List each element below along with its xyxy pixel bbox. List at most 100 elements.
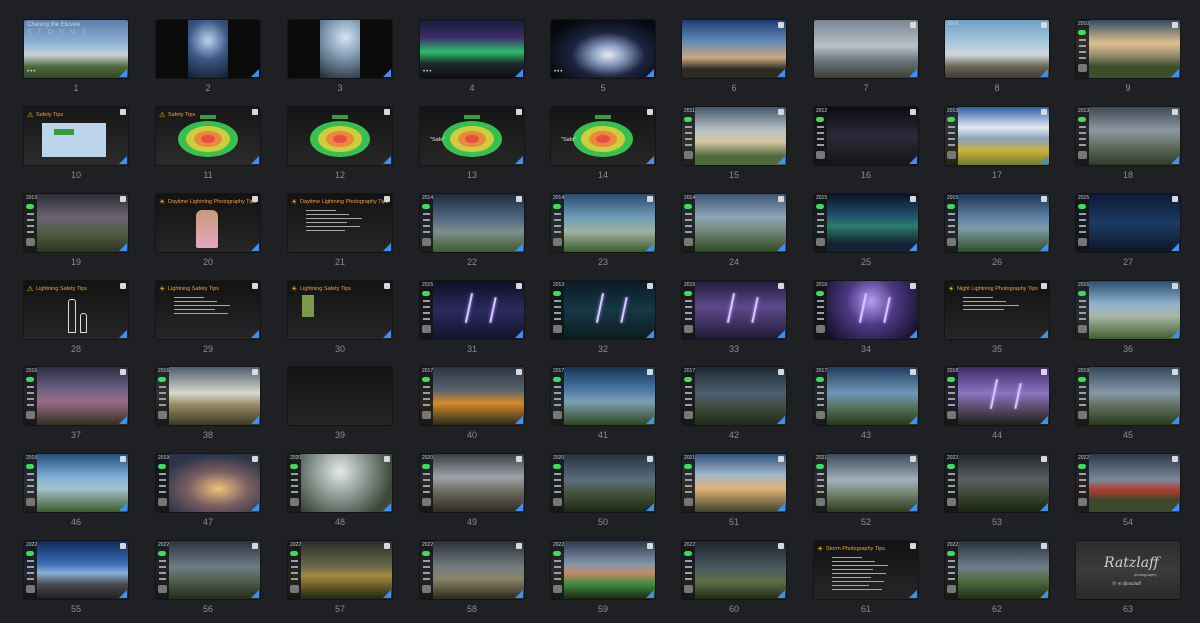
sidebar-line — [291, 572, 298, 574]
slide-number: 18 — [1122, 170, 1133, 180]
slide-thumbnail[interactable]: 2015 — [814, 194, 918, 252]
slide-image — [1076, 281, 1180, 339]
slide-sidebar — [420, 367, 433, 425]
slide-thumbnail[interactable]: 2014 — [682, 194, 786, 252]
note-icon — [778, 456, 784, 462]
slide-thumbnail[interactable]: 2022 — [945, 454, 1049, 512]
slide-thumbnail[interactable] — [288, 107, 392, 165]
slide-thumbnail[interactable]: ☀ Lightning Safety Tips — [288, 281, 392, 339]
sidebar-line — [159, 572, 166, 574]
slide-thumbnail[interactable]: 2014 — [551, 194, 655, 252]
sidebar-line — [948, 219, 955, 221]
slide-thumbnail[interactable]: 2022 — [945, 541, 1049, 599]
slide-thumbnail[interactable]: 2015 — [682, 281, 786, 339]
slide-thumbnail[interactable]: "Safe" — [551, 107, 655, 165]
slide-thumbnail[interactable]: 2009 — [945, 20, 1049, 78]
sidebar-line — [554, 404, 561, 406]
slide-thumbnail[interactable]: ☀ Daytime Lightning Photography Tips — [156, 194, 260, 252]
sidebar-line — [554, 386, 561, 388]
radar-badge-icon — [158, 464, 166, 469]
slide-thumbnail[interactable]: 2020 — [288, 454, 392, 512]
slide-thumbnail[interactable]: 2010 — [1076, 20, 1180, 78]
slide-image — [945, 194, 1049, 252]
camera-icon — [684, 585, 693, 593]
slide-thumbnail[interactable]: 2013 — [945, 107, 1049, 165]
slide-sidebar — [682, 367, 695, 425]
sidebar-line — [423, 479, 430, 481]
slide-thumbnail[interactable]: 2022 — [551, 541, 655, 599]
slide-thumbnail[interactable]: 2019 — [1076, 367, 1180, 425]
slide-thumbnail[interactable]: ⚠ Safety Tips — [156, 107, 260, 165]
slide-thumbnail[interactable]: 2015 — [1076, 194, 1180, 252]
camera-icon — [553, 585, 562, 593]
slide-sidebar — [420, 541, 433, 599]
slide-thumbnail[interactable]: 2013 — [1076, 107, 1180, 165]
note-icon — [910, 109, 916, 115]
text-line — [174, 297, 204, 298]
slide-thumbnail[interactable]: ☀ Lightning Safety Tips — [156, 281, 260, 339]
slide-thumbnail[interactable]: 2015 — [945, 194, 1049, 252]
slide-thumbnail[interactable]: 2016 — [156, 367, 260, 425]
slide-number: 40 — [466, 430, 477, 440]
slide-thumbnail[interactable]: 2017 — [420, 367, 524, 425]
slide-thumbnail[interactable]: ☀ Night Lightning Photography Tips — [945, 281, 1049, 339]
camera-icon — [422, 238, 431, 246]
radar-badge-icon — [947, 204, 955, 209]
slide-thumbnail[interactable]: Chasing the Elusive S T O R M S ••• — [24, 20, 128, 78]
slide-thumbnail[interactable]: 2022 — [682, 541, 786, 599]
slide-thumbnail[interactable]: ⚠ Safety Tips — [24, 107, 128, 165]
slide-thumbnail[interactable]: 2017 — [814, 367, 918, 425]
slide-thumbnail[interactable]: 2021 — [682, 454, 786, 512]
slide-thumbnail[interactable]: 2017 — [682, 367, 786, 425]
slide-thumbnail[interactable]: ••• — [420, 20, 524, 78]
lightbulb-icon: ☀ — [817, 546, 824, 553]
slide-sidebar — [682, 281, 695, 339]
slide-thumbnail[interactable]: ••• — [551, 20, 655, 78]
slide-thumbnail[interactable]: Ratzlaff photography Ⓞ ✉ @ratzlaff — [1076, 541, 1180, 599]
radar-badge-icon — [26, 204, 34, 209]
slide-number: 7 — [863, 83, 869, 93]
note-icon — [1172, 196, 1178, 202]
slide-thumbnail[interactable]: 2019 — [156, 454, 260, 512]
note-icon — [120, 543, 126, 549]
slide-thumbnail[interactable]: 2012 — [814, 107, 918, 165]
year-label: 2014 — [422, 195, 434, 201]
slide-thumbnail[interactable]: 2022 — [288, 541, 392, 599]
slide-thumbnail[interactable] — [682, 20, 786, 78]
slide-sidebar — [814, 281, 827, 339]
slide-thumbnail[interactable]: 2018 — [945, 367, 1049, 425]
radar-badge-icon — [422, 377, 430, 382]
slide-thumbnail[interactable]: 2017 — [551, 367, 655, 425]
slide-thumbnail[interactable]: "Safe" — [420, 107, 524, 165]
slide-thumbnail[interactable]: 2019 — [24, 454, 128, 512]
slide-thumbnail[interactable]: 2011 — [682, 107, 786, 165]
slide-dots: ••• — [27, 69, 37, 75]
slide-sidebar — [945, 367, 958, 425]
sidebar-line — [1079, 231, 1086, 233]
slide-thumbnail[interactable] — [288, 367, 392, 425]
slide-thumbnail[interactable]: 2014 — [420, 194, 524, 252]
radar-badge-icon — [816, 117, 824, 122]
slide-thumbnail[interactable]: ⚠ Lightning Safety Tips — [24, 281, 128, 339]
note-icon — [647, 369, 653, 375]
slide-thumbnail[interactable]: 2020 — [420, 454, 524, 512]
slide-thumbnail[interactable]: 2016 — [24, 367, 128, 425]
slide-thumbnail[interactable] — [288, 20, 392, 78]
slide-number: 30 — [334, 344, 345, 354]
slide-thumbnail[interactable]: 2016 — [1076, 281, 1180, 339]
slide-thumbnail[interactable]: ☀ Storm Photography Tips — [814, 541, 918, 599]
slide-thumbnail[interactable]: 2016 — [814, 281, 918, 339]
slide-thumbnail[interactable]: 2015 — [420, 281, 524, 339]
slide-thumbnail[interactable]: 2020 — [551, 454, 655, 512]
slide-thumbnail[interactable]: 2022 — [1076, 454, 1180, 512]
sidebar-line — [948, 479, 955, 481]
slide-thumbnail[interactable] — [156, 20, 260, 78]
slide-thumbnail[interactable]: 2022 — [24, 541, 128, 599]
slide-thumbnail[interactable] — [814, 20, 918, 78]
slide-thumbnail[interactable]: 2013 — [24, 194, 128, 252]
slide-thumbnail[interactable]: 2022 — [156, 541, 260, 599]
slide-thumbnail[interactable]: 2021 — [814, 454, 918, 512]
slide-thumbnail[interactable]: 2013 — [551, 281, 655, 339]
slide-thumbnail[interactable]: 2022 — [420, 541, 524, 599]
slide-thumbnail[interactable]: ☀ Daytime Lightning Photography Tips — [288, 194, 392, 252]
